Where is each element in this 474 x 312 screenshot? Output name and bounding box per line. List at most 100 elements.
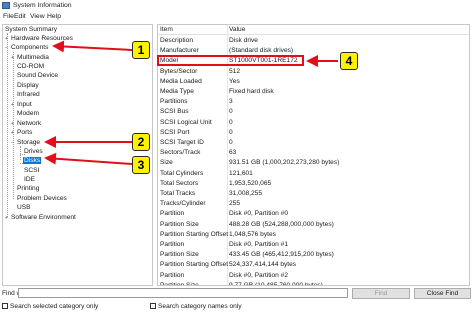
row-value-cell: Disk #0, Partition #0 [229,210,289,218]
tree-ide[interactable]: IDE [24,175,35,184]
tree-system-summary[interactable]: System Summary [5,25,57,34]
tree-hardware-resources[interactable]: + Hardware Resources [5,34,73,43]
row-value-cell: Fixed hard disk [229,88,274,95]
table-row[interactable]: Partition Starting Offset 1,048,576 bytes [158,230,469,240]
row-value-cell: 1,953,520,065 [229,179,272,187]
checkbox-icon[interactable] [150,303,156,309]
table-row[interactable]: SCSI Logical Unit 0 [158,118,469,128]
table-row[interactable]: Media Loaded Yes [158,77,469,87]
tree-modem[interactable]: Modem [17,109,39,118]
row-value-cell: Yes [229,77,240,85]
table-row[interactable]: Media Type Fixed hard disk [158,87,469,97]
row-value-cell: Disk #0, Partition #2 [229,271,289,279]
column-header-item[interactable]: Item [158,25,228,35]
row-value-cell: 1,048,576 bytes [229,230,276,238]
row-value-cell: 524,337,414,144 bytes [229,261,297,269]
table-row[interactable]: Tracks/Cylinder 255 [158,199,469,209]
table-row[interactable]: SCSI Port 0 [158,128,469,138]
row-item-cell: Partition Starting Offset [160,230,229,238]
annotation-badge-4: 4 [340,52,358,70]
tree-scsi[interactable]: SCSI [24,166,39,175]
tree-usb[interactable]: USB [17,203,31,212]
tree-infrared[interactable]: Infrared [17,90,40,99]
row-item-cell: Total Cylinders [160,169,204,177]
row-value-cell: 512 [229,67,241,75]
row-item-cell: Partition [160,271,185,279]
row-value-cell: 0 [229,118,233,126]
row-item-cell: Sectors/Track [160,149,201,157]
column-header-value[interactable]: Value [228,25,469,35]
row-item-cell: Bytes/Sector [160,67,198,75]
window-title: System Information [13,2,72,9]
annotation-badge-1: 1 [132,41,150,59]
table-row[interactable]: Total Tracks 31,008,255 [158,189,469,199]
tree-storage[interactable]: − Storage [11,138,40,147]
search-category-names-checkbox[interactable]: Search category names only [150,302,242,311]
find-button[interactable]: Find [352,288,410,299]
table-row[interactable]: Partition Disk #0, Partition #2 [158,271,469,281]
tree-components[interactable]: − Components [5,43,48,52]
model-highlight-box [157,55,304,66]
row-item-cell: SCSI Bus [160,108,189,116]
row-item-cell: Partition [160,210,185,218]
row-value-cell: 63 [229,149,237,157]
tree-input[interactable]: + Input [11,100,32,109]
tree-drives[interactable]: Drives [24,147,43,156]
tree-display[interactable]: Display [17,81,39,90]
row-value-cell: 0 [229,108,233,116]
table-row[interactable]: Total Sectors 1,953,520,065 [158,179,469,189]
table-row[interactable]: Bytes/Sector 512 [158,67,469,77]
tree-disks[interactable]: Disks [23,156,42,165]
row-item-cell: Description [160,37,193,44]
row-value-cell: 433.45 GB (465,412,915,200 bytes) [229,251,334,259]
table-row[interactable]: Partition Size 433.45 GB (465,412,915,200… [158,250,469,260]
table-row[interactable]: Partition Disk #0, Partition #1 [158,240,469,250]
checkbox-icon[interactable] [2,303,8,309]
table-row[interactable]: Sectors/Track 63 [158,148,469,158]
row-item-cell: Media Type [160,88,194,95]
row-item-cell: Total Sectors [160,179,199,187]
row-item-cell: Tracks/Cylinder [160,200,206,208]
row-value-cell: Disk drive [229,37,258,44]
tree-connector-line [7,33,8,217]
close-find-button[interactable]: Close Find [414,288,471,299]
tree-network[interactable]: + Network [11,119,41,128]
row-value-cell: 0 [229,139,233,146]
row-value-cell: Disk #0, Partition #1 [229,241,289,248]
table-row[interactable]: Partition Disk #0, Partition #0 [158,209,469,219]
table-row[interactable]: SCSI Target ID 0 [158,138,469,148]
table-row[interactable]: Size 931.51 GB (1,000,202,273,280 bytes) [158,158,469,168]
tree-software-environment[interactable]: + Software Environment [5,213,76,222]
row-item-cell: Partition Size [160,251,199,259]
row-item-cell: SCSI Port [160,128,190,136]
menu-edit[interactable]: Edit [14,13,26,20]
tree-printing[interactable]: Printing [17,184,39,193]
row-item-cell: Partition Size [160,281,199,286]
menu-view[interactable]: View [30,13,45,20]
tree-ports[interactable]: + Ports [11,128,32,137]
row-value-cell: 121,601 [229,169,253,177]
table-row[interactable]: Total Cylinders 121,601 [158,169,469,179]
row-value-cell: 31,008,255 [229,190,263,197]
tree-multimedia[interactable]: + Multimedia [11,53,49,62]
annotation-badge-3: 3 [132,156,150,174]
table-row[interactable]: SCSI Bus 0 [158,107,469,117]
menu-help[interactable]: Help [47,13,61,20]
table-row[interactable]: Description Disk drive [158,36,469,46]
tree-problem-devices[interactable]: Problem Devices [17,194,67,203]
category-tree[interactable]: System Summary + Hardware Resources − Comp… [2,24,153,286]
table-row[interactable]: Partition Starting Offset 524,337,414,144… [158,260,469,270]
tree-connector-line [20,146,21,160]
row-value-cell: 255 [229,200,241,208]
search-selected-category-checkbox[interactable]: Search selected category only [2,302,98,311]
menu-file[interactable]: File [3,13,14,20]
title-bar: System Information [0,0,474,12]
tree-cd-rom[interactable]: CD-ROM [17,62,44,71]
table-row[interactable]: Partition Size 488.28 GB (524,288,000,000… [158,220,469,230]
find-input[interactable] [18,288,348,298]
row-item-cell: Size [160,159,173,167]
table-row[interactable]: Partition Size 9.77 GB (10,485,760,000 by… [158,281,469,286]
tree-sound-device[interactable]: Sound Device [17,71,58,80]
row-item-cell: Total Tracks [160,190,196,197]
table-row[interactable]: Partitions 3 [158,97,469,107]
